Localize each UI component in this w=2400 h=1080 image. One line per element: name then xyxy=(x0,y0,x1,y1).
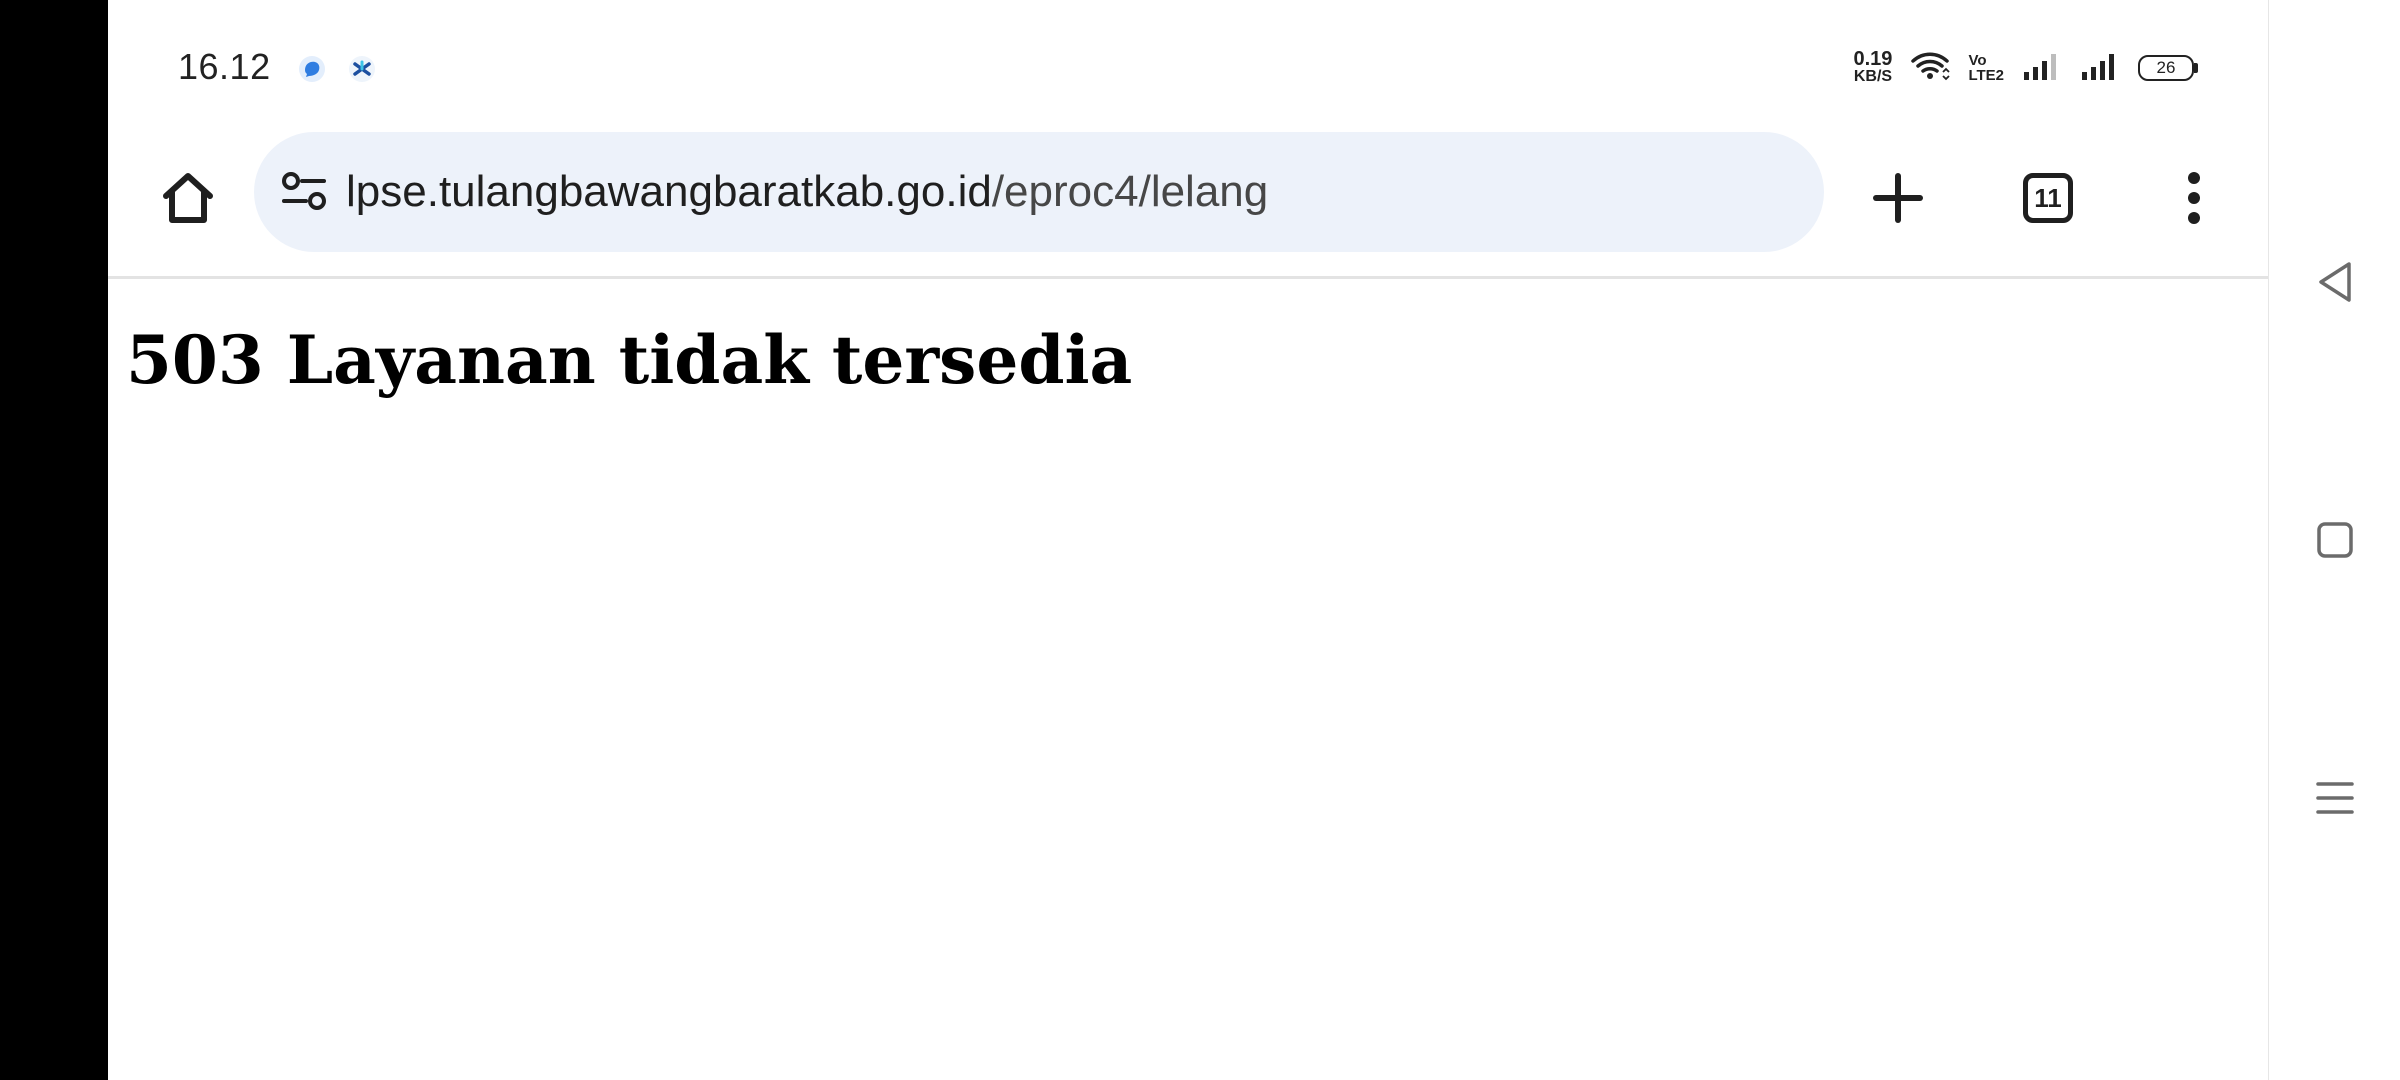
battery-body: 26 xyxy=(2138,55,2194,81)
battery-icon: 26 xyxy=(2138,55,2198,81)
battery-level: 26 xyxy=(2156,58,2176,77)
signal-icon xyxy=(2022,50,2062,86)
nav-back-button[interactable] xyxy=(2303,250,2367,314)
volte-bottom: LTE2 xyxy=(1968,67,2004,84)
more-menu-button[interactable] xyxy=(2154,158,2234,238)
system-nav-bar xyxy=(2268,0,2400,1080)
browser-window: 16.12 0.19 KB/S Vo LTE2 26 lpse.tulangba… xyxy=(108,0,2268,1080)
tab-count: 11 xyxy=(2023,173,2073,223)
url-text[interactable]: lpse.tulangbawangbaratkab.go.id/eproc4/l… xyxy=(346,167,1268,217)
wifi-icon xyxy=(1910,50,1951,86)
new-tab-button[interactable] xyxy=(1858,158,1938,238)
tab-switcher-button[interactable]: 11 xyxy=(2008,158,2088,238)
home-button[interactable] xyxy=(148,158,228,238)
carrier-icon xyxy=(348,55,376,83)
left-black-strip xyxy=(0,0,108,1080)
site-settings-button[interactable] xyxy=(278,166,330,218)
address-bar[interactable]: lpse.tulangbawangbaratkab.go.id/eproc4/l… xyxy=(254,132,1824,252)
back-icon xyxy=(2319,262,2351,302)
signal-icon xyxy=(2080,50,2120,86)
home-icon xyxy=(163,173,213,223)
browser-toolbar: lpse.tulangbawangbaratkab.go.id/eproc4/l… xyxy=(108,130,2268,276)
recents-icon xyxy=(2316,782,2354,814)
status-time: 16.12 xyxy=(178,46,271,87)
web-content: 503 Layanan tidak tersedia xyxy=(108,279,2268,1080)
url-path: /eproc4/lelang xyxy=(991,167,1269,216)
error-heading: 503 Layanan tidak tersedia xyxy=(126,321,1133,399)
tune-icon xyxy=(282,172,326,210)
battery-cap xyxy=(2194,63,2198,73)
nav-home-button[interactable] xyxy=(2303,508,2367,572)
screen: 16.12 0.19 KB/S Vo LTE2 26 lpse.tulangba… xyxy=(0,0,2400,1080)
messenger-icon xyxy=(298,55,326,83)
status-right-cluster: 0.19 KB/S Vo LTE2 26 xyxy=(1853,46,2198,90)
volte-indicator: Vo LTE2 xyxy=(1968,53,2004,83)
square-home-icon xyxy=(2317,522,2353,558)
status-bar: 16.12 0.19 KB/S Vo LTE2 26 xyxy=(108,0,2268,130)
net-speed-value: 0.19 xyxy=(1853,48,1893,70)
plus-icon xyxy=(1873,173,1923,223)
net-speed: 0.19 KB/S xyxy=(1853,48,1893,86)
url-host: lpse.tulangbawangbaratkab.go.id xyxy=(346,167,992,216)
volte-top: Vo xyxy=(1968,52,1987,69)
nav-recents-button[interactable] xyxy=(2303,766,2367,830)
more-vert-icon xyxy=(2188,172,2200,224)
net-speed-unit: KB/S xyxy=(1853,68,1893,85)
